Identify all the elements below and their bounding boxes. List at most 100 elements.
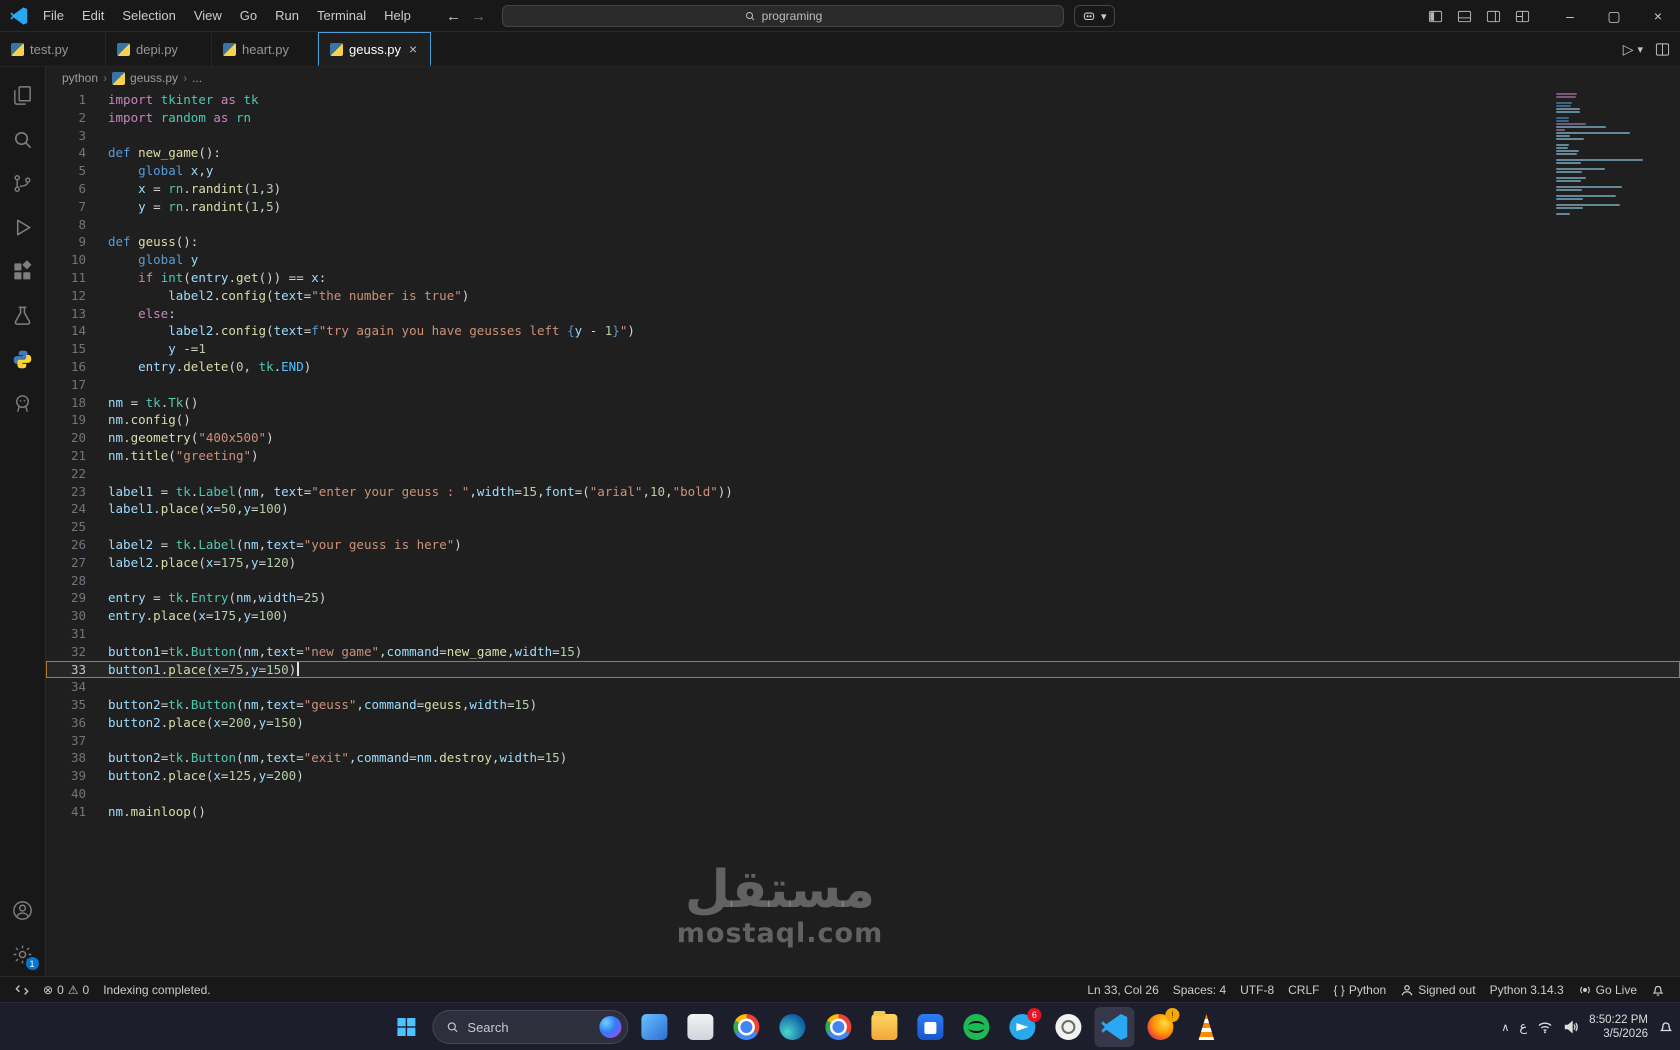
taskbar-app-store[interactable] xyxy=(910,1007,950,1047)
activity-run-and-debug-icon[interactable] xyxy=(0,205,46,249)
taskbar-app-chrome[interactable] xyxy=(726,1007,766,1047)
taskbar-app-notepad[interactable] xyxy=(680,1007,720,1047)
go-live[interactable]: Go Live xyxy=(1571,977,1644,1002)
taskbar-search[interactable]: Search xyxy=(432,1010,629,1044)
taskbar-app-chrome-work[interactable] xyxy=(818,1007,858,1047)
taskbar-app-task-view[interactable] xyxy=(634,1007,674,1047)
taskbar-app-firefox[interactable]: ! xyxy=(1140,1007,1180,1047)
python-interpreter[interactable]: Python 3.14.3 xyxy=(1483,977,1571,1002)
wifi-icon[interactable] xyxy=(1537,1019,1553,1035)
taskbar-clock[interactable]: 8:50:22 PM 3/5/2026 xyxy=(1589,1013,1648,1041)
activity-remote-toy-icon[interactable] xyxy=(0,381,46,425)
code-line-21[interactable]: 21 nm.title("greeting") xyxy=(46,447,1680,465)
code-line-35[interactable]: 35 button2=tk.Button(nm,text="geuss",comm… xyxy=(46,696,1680,714)
taskbar-app-edge[interactable] xyxy=(772,1007,812,1047)
code-line-33[interactable]: 33 button1.place(x=75,y=150) xyxy=(46,661,1680,679)
code-line-2[interactable]: 2 import random as rn xyxy=(46,109,1680,127)
code-line-23[interactable]: 23 label1 = tk.Label(nm, text="enter your… xyxy=(46,483,1680,501)
code-line-1[interactable]: 1 import tkinter as tk xyxy=(46,91,1680,109)
activity-testing-icon[interactable] xyxy=(0,293,46,337)
problems-indicator[interactable]: ⊗ 0 ⚠ 0 xyxy=(36,977,96,1002)
encoding[interactable]: UTF-8 xyxy=(1233,977,1281,1002)
menu-view[interactable]: View xyxy=(185,4,231,28)
code-line-4[interactable]: 4 def new_game(): xyxy=(46,144,1680,162)
menu-selection[interactable]: Selection xyxy=(113,4,184,28)
code-line-24[interactable]: 24 label1.place(x=50,y=100) xyxy=(46,500,1680,518)
toggle-panel-icon[interactable] xyxy=(1457,9,1472,24)
taskbar-app-telegram[interactable]: 6 xyxy=(1002,1007,1042,1047)
cursor-position[interactable]: Ln 33, Col 26 xyxy=(1080,977,1165,1002)
tab-test.py[interactable]: test.py xyxy=(0,32,106,66)
hidden-icons-chevron[interactable]: ∧ xyxy=(1501,1021,1509,1034)
indentation[interactable]: Spaces: 4 xyxy=(1166,977,1233,1002)
breadcrumb[interactable]: python › geuss.py ›... xyxy=(46,67,1680,89)
code-line-16[interactable]: 16 entry.delete(0, tk.END) xyxy=(46,358,1680,376)
activity-search-icon[interactable] xyxy=(0,117,46,161)
menu-file[interactable]: File xyxy=(34,4,73,28)
code-line-22[interactable]: 22 xyxy=(46,465,1680,483)
code-line-7[interactable]: 7 y = rn.randint(1,5) xyxy=(46,198,1680,216)
code-line-20[interactable]: 20 nm.geometry("400x500") xyxy=(46,429,1680,447)
language-mode[interactable]: { } Python xyxy=(1326,977,1393,1002)
menu-help[interactable]: Help xyxy=(375,4,420,28)
activity-account-icon[interactable] xyxy=(0,888,46,932)
taskbar-app-vscode[interactable] xyxy=(1094,1007,1135,1047)
menu-edit[interactable]: Edit xyxy=(73,4,113,28)
eol-sequence[interactable]: CRLF xyxy=(1281,977,1326,1002)
code-line-8[interactable]: 8 xyxy=(46,216,1680,234)
code-line-41[interactable]: 41 nm.mainloop() xyxy=(46,803,1680,821)
tab-close-icon[interactable]: × xyxy=(407,41,419,57)
code-line-6[interactable]: 6 x = rn.randint(1,3) xyxy=(46,180,1680,198)
run-options-chevron-icon[interactable]: ▾ xyxy=(1637,43,1643,56)
editor[interactable]: 1 import tkinter as tk 2 import random as r… xyxy=(46,89,1680,976)
back-icon[interactable]: ← xyxy=(446,8,461,25)
close-button[interactable]: × xyxy=(1636,0,1680,32)
code-line-39[interactable]: 39 button2.place(x=125,y=200) xyxy=(46,767,1680,785)
tab-heart.py[interactable]: heart.py xyxy=(212,32,318,66)
code-line-32[interactable]: 32 button1=tk.Button(nm,text="new game",c… xyxy=(46,643,1680,661)
taskbar-app-chatgpt[interactable] xyxy=(1048,1007,1088,1047)
activity-settings-icon[interactable]: 1 xyxy=(0,932,46,976)
breadcrumb-item[interactable]: ... xyxy=(192,71,202,85)
breadcrumb-item[interactable]: python xyxy=(62,71,98,85)
command-center-search[interactable]: programing xyxy=(502,5,1064,27)
code-line-30[interactable]: 30 entry.place(x=175,y=100) xyxy=(46,607,1680,625)
code-line-19[interactable]: 19 nm.config() xyxy=(46,411,1680,429)
remote-indicator[interactable] xyxy=(8,977,36,1002)
code-line-31[interactable]: 31 xyxy=(46,625,1680,643)
customize-layout-icon[interactable] xyxy=(1515,9,1530,24)
language-indicator[interactable]: ع xyxy=(1519,1020,1527,1035)
code-line-15[interactable]: 15 y -=1 xyxy=(46,340,1680,358)
code-line-38[interactable]: 38 button2=tk.Button(nm,text="exit",comma… xyxy=(46,749,1680,767)
activity-extensions-icon[interactable] xyxy=(0,249,46,293)
code-line-9[interactable]: 9 def geuss(): xyxy=(46,233,1680,251)
code-line-10[interactable]: 10 global y xyxy=(46,251,1680,269)
toggle-secondary-sidebar-icon[interactable] xyxy=(1486,9,1501,24)
code-line-36[interactable]: 36 button2.place(x=200,y=150) xyxy=(46,714,1680,732)
code-line-26[interactable]: 26 label2 = tk.Label(nm,text="your geuss … xyxy=(46,536,1680,554)
split-editor-icon[interactable] xyxy=(1655,42,1670,57)
activity-explorer-icon[interactable] xyxy=(0,73,46,117)
taskbar-app-vlc[interactable] xyxy=(1186,1007,1226,1047)
code-line-5[interactable]: 5 global x,y xyxy=(46,162,1680,180)
tab-geuss.py[interactable]: geuss.py × xyxy=(318,32,432,66)
code-line-34[interactable]: 34 xyxy=(46,678,1680,696)
code-line-12[interactable]: 12 label2.config(text="the number is tru… xyxy=(46,287,1680,305)
code-line-18[interactable]: 18 nm = tk.Tk() xyxy=(46,394,1680,412)
maximize-button[interactable]: ▢ xyxy=(1592,0,1636,32)
activity-source-control-icon[interactable] xyxy=(0,161,46,205)
code-line-3[interactable]: 3 xyxy=(46,127,1680,145)
menu-terminal[interactable]: Terminal xyxy=(308,4,375,28)
code-line-40[interactable]: 40 xyxy=(46,785,1680,803)
breadcrumb-item[interactable]: geuss.py xyxy=(130,71,178,85)
code-line-25[interactable]: 25 xyxy=(46,518,1680,536)
toggle-sidebar-icon[interactable] xyxy=(1428,9,1443,24)
code-line-27[interactable]: 27 label2.place(x=175,y=120) xyxy=(46,554,1680,572)
run-python-file-button[interactable]: ▷ xyxy=(1623,41,1634,58)
code-line-17[interactable]: 17 xyxy=(46,376,1680,394)
notification-center-icon[interactable] xyxy=(1658,1019,1674,1035)
menu-go[interactable]: Go xyxy=(231,4,266,28)
activity-python-icon[interactable] xyxy=(0,337,46,381)
code-line-28[interactable]: 28 xyxy=(46,572,1680,590)
code-line-37[interactable]: 37 xyxy=(46,732,1680,750)
